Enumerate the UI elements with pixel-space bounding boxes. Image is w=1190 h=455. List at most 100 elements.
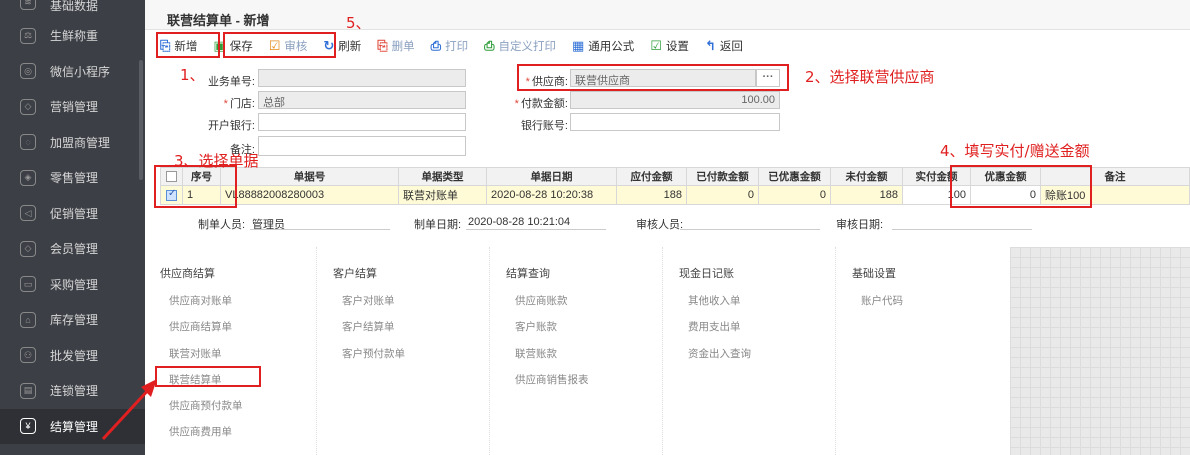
sidebar-item-label: 批发管理 <box>50 348 99 363</box>
formula-button[interactable]: ▦ 通用公式 <box>572 38 634 54</box>
sidebar-item-purchase[interactable]: ▭ 采购管理 <box>0 267 145 303</box>
wechat-icon: ◎ <box>20 63 36 80</box>
menu-head-query: 结算查询 <box>506 268 550 280</box>
audit-date-underline <box>892 229 1032 230</box>
menu-link[interactable]: 客户账款 <box>515 319 557 334</box>
cell-doc-no: VL88882008280003 <box>220 185 399 205</box>
sidebar-item-label: 采购管理 <box>50 277 99 292</box>
menu-col-cash: 现金日记账 其他收入单 费用支出单 资金出入查询 <box>664 247 836 455</box>
bank-label: 开户银行: <box>207 120 255 132</box>
scale-icon: ⚖ <box>20 27 36 44</box>
menu-col-query: 结算查询 供应商账款 客户账款 联营账款 供应商销售报表 <box>491 247 663 455</box>
delete-button[interactable]: ⎘ 删单 <box>377 38 414 54</box>
pay-amount-label-text: 付款金额: <box>520 98 568 110</box>
maker-label: 制单人员: <box>198 219 246 231</box>
sidebar-item-label: 零售管理 <box>50 171 99 186</box>
audit-date-label: 审核日期: <box>836 219 884 231</box>
chain-icon: ▤ <box>20 382 36 399</box>
print-icon: ⎙ <box>430 38 442 53</box>
cell-paid: 0 <box>686 185 759 205</box>
menu-link[interactable]: 客户对账单 <box>342 293 395 308</box>
sidebar-item-label: 结算管理 <box>50 419 99 434</box>
sidebar-item-retail[interactable]: ◈ 零售管理 <box>0 160 145 196</box>
sidebar-item-label: 基础数据 <box>50 0 99 13</box>
settings-button[interactable]: ☑ 设置 <box>650 38 689 54</box>
menu-link[interactable]: 客户预付款单 <box>342 346 405 361</box>
warehouse-icon: ⌂ <box>20 311 36 328</box>
annotation-box-amounts <box>950 165 1092 208</box>
sidebar-item-label: 加盟商管理 <box>50 135 111 150</box>
sidebar-item-label: 库存管理 <box>50 313 99 328</box>
back-button[interactable]: ↰ 返回 <box>705 38 743 54</box>
annotation-arrow <box>101 379 157 441</box>
remark-field[interactable] <box>258 136 466 156</box>
custom-print-icon: ⎙ <box>484 38 495 53</box>
menu-head-customer: 客户结算 <box>333 268 377 280</box>
cart-icon: ▭ <box>20 276 36 293</box>
pay-amount-label: * 付款金额: <box>514 98 568 110</box>
custom-print-button[interactable]: ⎙ 自定义打印 <box>484 38 556 54</box>
cell-unpaid: 188 <box>830 185 903 205</box>
settlement-menu: 供应商结算 供应商对账单 供应商结算单 联营对账单 联营结算单 供应商预付款单 … <box>145 247 1010 455</box>
delete-doc-icon: ⎘ <box>377 38 388 53</box>
settings-edit-icon: ☑ <box>650 38 662 53</box>
cell-discounted: 0 <box>758 185 831 205</box>
bank-field[interactable] <box>258 113 466 131</box>
menu-link[interactable]: 费用支出单 <box>688 319 741 334</box>
menu-link[interactable]: 供应商费用单 <box>169 424 232 439</box>
refresh-button-label: 刷新 <box>338 41 362 53</box>
make-date-underline <box>466 229 606 230</box>
cell-payable: 188 <box>616 185 687 205</box>
store-field[interactable]: 总部 <box>258 91 466 109</box>
sidebar-item-wechat-mini[interactable]: ◎ 微信小程序 <box>0 54 145 90</box>
diamond-icon: ◇ <box>20 98 36 115</box>
menu-link[interactable]: 客户结算单 <box>342 319 395 334</box>
menu-link[interactable]: 联营对账单 <box>169 346 222 361</box>
cell-doc-type: 联营对账单 <box>398 185 487 205</box>
annotation-box-supplier <box>517 64 789 91</box>
sidebar-item-fresh-weigh[interactable]: ⚖ 生鲜称重 <box>0 18 145 54</box>
sidebar-scrollbar[interactable] <box>139 60 143 180</box>
menu-link[interactable]: 供应商账款 <box>515 293 568 308</box>
sidebar-item-label: 连锁管理 <box>50 384 99 399</box>
handshake-icon: ◌ <box>20 134 36 151</box>
col-discounted: 已优惠金额 <box>758 167 831 186</box>
cell-doc-date: 2020-08-28 10:20:38 <box>486 185 617 205</box>
title-bar: 联营结算单 - 新增 <box>145 0 1190 30</box>
menu-head-supplier: 供应商结算 <box>160 268 215 280</box>
menu-link[interactable]: 供应商对账单 <box>169 293 232 308</box>
print-button-label: 打印 <box>445 41 469 53</box>
sidebar-item-label: 微信小程序 <box>50 64 111 79</box>
annotation-box-select-doc <box>154 165 237 208</box>
back-arrow-icon: ↰ <box>704 38 716 53</box>
auditor-underline <box>680 229 820 230</box>
account-label: 银行账号: <box>520 120 568 132</box>
sidebar-item-marketing[interactable]: ◇ 营销管理 <box>0 89 145 125</box>
custom-print-button-label: 自定义打印 <box>498 41 556 53</box>
menu-col-customer: 客户结算 客户对账单 客户结算单 客户预付款单 <box>318 247 490 455</box>
promo-icon: ◁ <box>20 205 36 222</box>
menu-link[interactable]: 供应商结算单 <box>169 319 232 334</box>
member-icon: ◇ <box>20 240 36 257</box>
formula-button-label: 通用公式 <box>588 41 635 53</box>
account-field[interactable] <box>570 113 780 131</box>
make-date-label: 制单日期: <box>414 219 462 231</box>
menu-link[interactable]: 账户代码 <box>861 293 903 308</box>
sidebar-item-promotion[interactable]: ◁ 促销管理 <box>0 196 145 232</box>
pay-amount-field[interactable]: 100.00 <box>570 91 780 109</box>
annotation-step-4: 4、填写实付/赠送金额 <box>940 142 1090 160</box>
biz-no-field[interactable] <box>258 69 466 87</box>
menu-link[interactable]: 联营账款 <box>515 346 557 361</box>
menu-link[interactable]: 资金出入查询 <box>688 346 751 361</box>
sidebar-item-basic-data[interactable]: ≋ 基础数据 <box>0 0 145 18</box>
sidebar-item-inventory[interactable]: ⌂ 库存管理 <box>0 302 145 338</box>
menu-link[interactable]: 其他收入单 <box>688 293 741 308</box>
sidebar-item-label: 会员管理 <box>50 242 99 257</box>
sidebar-item-franchise[interactable]: ◌ 加盟商管理 <box>0 125 145 161</box>
sidebar-item-member[interactable]: ◇ 会员管理 <box>0 231 145 267</box>
sidebar-item-label: 生鲜称重 <box>50 29 99 44</box>
annotation-box-new <box>156 32 220 58</box>
print-button[interactable]: ⎙ 打印 <box>431 38 468 54</box>
menu-link[interactable]: 供应商销售报表 <box>515 372 589 387</box>
menu-link[interactable]: 供应商预付款单 <box>169 398 243 413</box>
